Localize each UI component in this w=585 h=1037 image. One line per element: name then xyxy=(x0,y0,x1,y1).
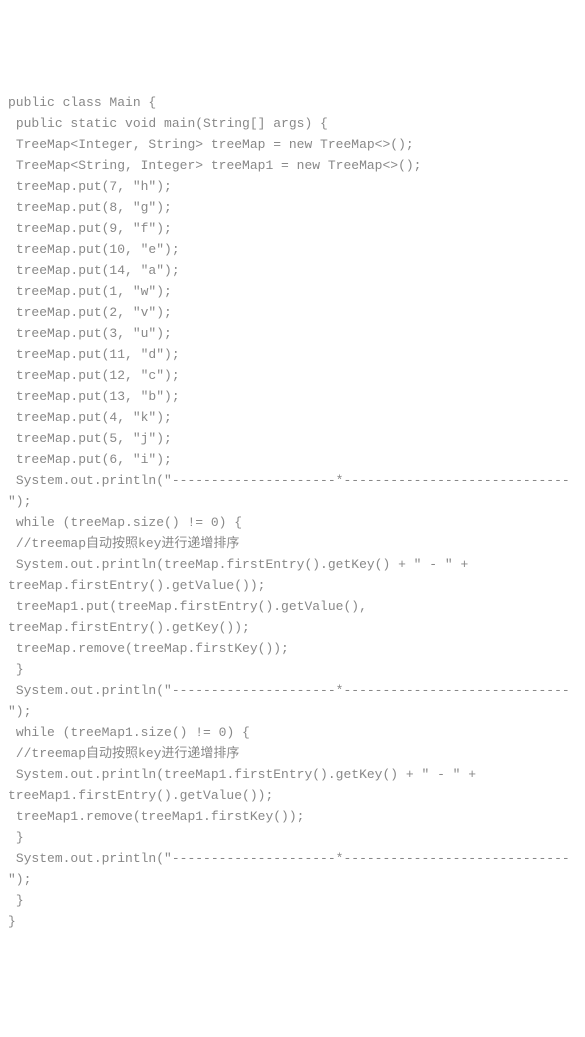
code-line: } xyxy=(8,659,577,680)
code-line: treeMap.put(2, "v"); xyxy=(8,302,577,323)
code-line: treeMap.put(8, "g"); xyxy=(8,197,577,218)
code-line: treeMap.put(12, "c"); xyxy=(8,365,577,386)
code-line: treeMap.put(13, "b"); xyxy=(8,386,577,407)
code-line: treeMap.put(1, "w"); xyxy=(8,281,577,302)
code-line: treeMap1.put(treeMap.firstEntry().getVal… xyxy=(8,596,577,638)
code-line: treeMap.remove(treeMap.firstKey()); xyxy=(8,638,577,659)
code-line: System.out.println(treeMap1.firstEntry()… xyxy=(8,764,577,806)
code-line: public class Main { xyxy=(8,92,577,113)
code-line: } xyxy=(8,890,577,911)
code-line: TreeMap<String, Integer> treeMap1 = new … xyxy=(8,155,577,176)
code-line: treeMap.put(5, "j"); xyxy=(8,428,577,449)
code-line: treeMap.put(9, "f"); xyxy=(8,218,577,239)
code-line: public static void main(String[] args) { xyxy=(8,113,577,134)
code-line: System.out.println(treeMap.firstEntry().… xyxy=(8,554,577,596)
code-line: treeMap1.remove(treeMap1.firstKey()); xyxy=(8,806,577,827)
code-line: while (treeMap.size() != 0) { xyxy=(8,512,577,533)
code-line: treeMap.put(7, "h"); xyxy=(8,176,577,197)
code-line: System.out.println("--------------------… xyxy=(8,848,577,890)
code-line: TreeMap<Integer, String> treeMap = new T… xyxy=(8,134,577,155)
code-block: public class Main { public static void m… xyxy=(8,92,577,932)
code-line: //treemap自动按照key进行递增排序 xyxy=(8,743,577,764)
code-line: while (treeMap1.size() != 0) { xyxy=(8,722,577,743)
code-line: treeMap.put(3, "u"); xyxy=(8,323,577,344)
code-line: treeMap.put(4, "k"); xyxy=(8,407,577,428)
code-line: treeMap.put(14, "a"); xyxy=(8,260,577,281)
code-line: treeMap.put(11, "d"); xyxy=(8,344,577,365)
code-line: } xyxy=(8,827,577,848)
code-line: System.out.println("--------------------… xyxy=(8,470,577,512)
code-line: System.out.println("--------------------… xyxy=(8,680,577,722)
code-line: treeMap.put(6, "i"); xyxy=(8,449,577,470)
code-line: } xyxy=(8,911,577,932)
code-line: treeMap.put(10, "e"); xyxy=(8,239,577,260)
code-line: //treemap自动按照key进行递增排序 xyxy=(8,533,577,554)
